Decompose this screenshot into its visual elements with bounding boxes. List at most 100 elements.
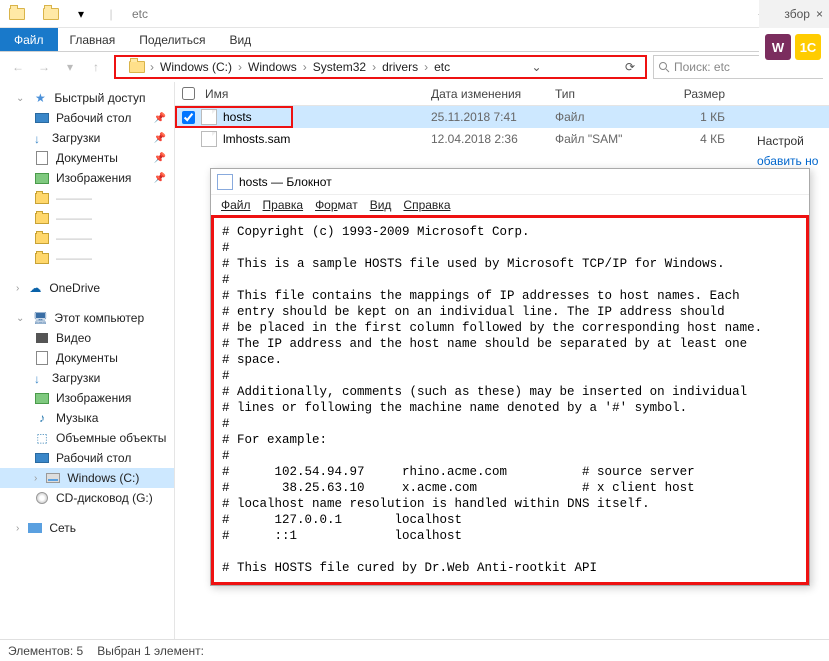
status-selected: Выбран 1 элемент:	[97, 644, 204, 658]
notepad-menu-view[interactable]: Вид	[366, 198, 396, 212]
breadcrumb-sep: ›	[148, 60, 156, 74]
breadcrumb-item[interactable]: Windows (C:)	[156, 60, 236, 74]
breadcrumb-item[interactable]: drivers	[378, 60, 422, 74]
qat-dropdown-icon[interactable]: ▾	[70, 3, 92, 25]
download-icon	[34, 372, 46, 384]
ribbon-file-tab[interactable]: Файл	[0, 28, 58, 51]
nav-recent-dropdown[interactable]: ▾	[58, 55, 82, 79]
app-word-icon[interactable]: W	[765, 34, 791, 60]
file-name: lmhosts.sam	[223, 132, 290, 146]
pc-icon: 🖥	[32, 311, 48, 325]
nav-pictures-pc[interactable]: Изображения	[0, 388, 174, 408]
navigation-pane: ⌄ ★ Быстрый доступ Рабочий стол📌 Загрузк…	[0, 82, 175, 639]
nav-recent-folder[interactable]: ———	[0, 188, 174, 208]
picture-icon	[35, 173, 49, 184]
file-icon	[201, 109, 217, 125]
nav-documents-pc[interactable]: Документы	[0, 348, 174, 368]
qat-item[interactable]	[40, 3, 62, 25]
behind-link-add: обавить но	[757, 154, 829, 168]
col-header-size[interactable]: Размер	[665, 87, 735, 101]
address-refresh-icon[interactable]: ⟳	[619, 60, 641, 74]
nav-downloads[interactable]: Загрузки📌	[0, 128, 174, 148]
folder-icon	[35, 193, 49, 204]
nav-this-pc[interactable]: ⌄🖥Этот компьютер	[0, 308, 174, 328]
breadcrumb-item[interactable]: etc	[430, 60, 454, 74]
select-all-checkbox[interactable]	[182, 87, 195, 100]
nav-quick-access[interactable]: ⌄ ★ Быстрый доступ	[0, 88, 174, 108]
notepad-menu-help[interactable]: Справка	[399, 198, 454, 212]
col-header-checkbox[interactable]	[175, 87, 201, 100]
expand-icon[interactable]: ›	[16, 523, 19, 534]
col-header-name[interactable]: Имя	[201, 87, 431, 101]
nav-forward-button[interactable]: →	[32, 55, 56, 79]
folder-icon	[35, 233, 49, 244]
breadcrumb-sep: ›	[422, 60, 430, 74]
file-size: 4 КБ	[665, 132, 735, 146]
ribbon-tab-share[interactable]: Поделиться	[127, 28, 217, 51]
browser-tab-partial: збор ×	[759, 0, 829, 28]
notepad-menu-edit[interactable]: Правка	[259, 198, 308, 212]
col-header-type[interactable]: Тип	[555, 87, 665, 101]
folder-icon	[35, 253, 49, 264]
breadcrumb-item[interactable]: Windows	[244, 60, 301, 74]
picture-icon	[35, 393, 49, 404]
nav-cd-drive[interactable]: CD-дисковод (G:)	[0, 488, 174, 508]
nav-music[interactable]: ♪Музыка	[0, 408, 174, 428]
address-bar[interactable]: › Windows (C:) › Windows › System32 › dr…	[114, 55, 647, 79]
breadcrumb-sep: ›	[301, 60, 309, 74]
expand-icon[interactable]: ›	[34, 473, 37, 484]
notepad-menubar: Файл Правка Формат Вид Справка	[211, 195, 809, 215]
notepad-menu-format[interactable]: Формат	[311, 198, 362, 212]
nav-pictures[interactable]: Изображения📌	[0, 168, 174, 188]
column-headers: Имя Дата изменения Тип Размер	[175, 82, 829, 106]
document-icon	[36, 351, 48, 365]
nav-desktop-pc[interactable]: Рабочий стол	[0, 448, 174, 468]
nav-3d-objects[interactable]: ⬚Объемные объекты	[0, 428, 174, 448]
music-icon: ♪	[34, 411, 50, 425]
col-header-date[interactable]: Дата изменения	[431, 87, 555, 101]
status-bar: Элементов: 5 Выбран 1 элемент:	[0, 639, 829, 661]
nav-recent-folder[interactable]: ———	[0, 208, 174, 228]
notepad-title: hosts — Блокнот	[239, 175, 332, 189]
expand-icon[interactable]: ⌄	[16, 93, 24, 104]
expand-icon[interactable]: ⌄	[16, 313, 24, 324]
file-date: 12.04.2018 2:36	[431, 132, 555, 146]
nav-recent-folder[interactable]: ———	[0, 228, 174, 248]
network-icon	[28, 523, 42, 533]
notepad-text-area[interactable]: # Copyright (c) 1993-2009 Microsoft Corp…	[211, 215, 809, 585]
pin-icon: 📌	[154, 113, 166, 124]
nav-back-button[interactable]: ←	[6, 55, 30, 79]
nav-documents[interactable]: Документы📌	[0, 148, 174, 168]
address-dropdown-icon[interactable]: ⌄	[526, 60, 548, 74]
nav-up-button[interactable]: ↑	[84, 55, 108, 79]
nav-recent-folder[interactable]: ———	[0, 248, 174, 268]
app-icon	[6, 3, 28, 25]
ribbon-tab-home[interactable]: Главная	[58, 28, 128, 51]
browser-tab-label: збор	[784, 7, 810, 21]
address-bar-row: ← → ▾ ↑ › Windows (C:) › Windows › Syste…	[0, 52, 829, 82]
breadcrumb-item[interactable]: System32	[309, 60, 370, 74]
expand-icon[interactable]: ›	[16, 283, 19, 294]
notepad-titlebar[interactable]: hosts — Блокнот	[211, 169, 809, 195]
notepad-menu-file[interactable]: Файл	[217, 198, 255, 212]
search-placeholder: Поиск: etc	[674, 60, 730, 74]
file-row[interactable]: lmhosts.sam 12.04.2018 2:36 Файл "SAM" 4…	[175, 128, 829, 150]
file-icon	[201, 131, 217, 147]
pin-icon: 📌	[154, 173, 166, 184]
nav-network[interactable]: ›Сеть	[0, 518, 174, 538]
pin-icon: 📌	[154, 133, 166, 144]
app-1c-icon[interactable]: 1C	[795, 34, 821, 60]
file-row[interactable]: hosts 25.11.2018 7:41 Файл 1 КБ	[175, 106, 829, 128]
nav-onedrive[interactable]: ›☁OneDrive	[0, 278, 174, 298]
browser-tab-close-icon[interactable]: ×	[816, 7, 823, 21]
nav-downloads-pc[interactable]: Загрузки	[0, 368, 174, 388]
window-title: etc	[132, 7, 148, 21]
nav-videos[interactable]: Видео	[0, 328, 174, 348]
document-icon	[36, 151, 48, 165]
row-checkbox[interactable]	[182, 111, 195, 124]
breadcrumb-sep: ›	[236, 60, 244, 74]
nav-desktop[interactable]: Рабочий стол📌	[0, 108, 174, 128]
nav-drive-c[interactable]: ›Windows (C:)	[0, 468, 174, 488]
ribbon-tab-view[interactable]: Вид	[217, 28, 263, 51]
video-icon	[36, 333, 48, 343]
